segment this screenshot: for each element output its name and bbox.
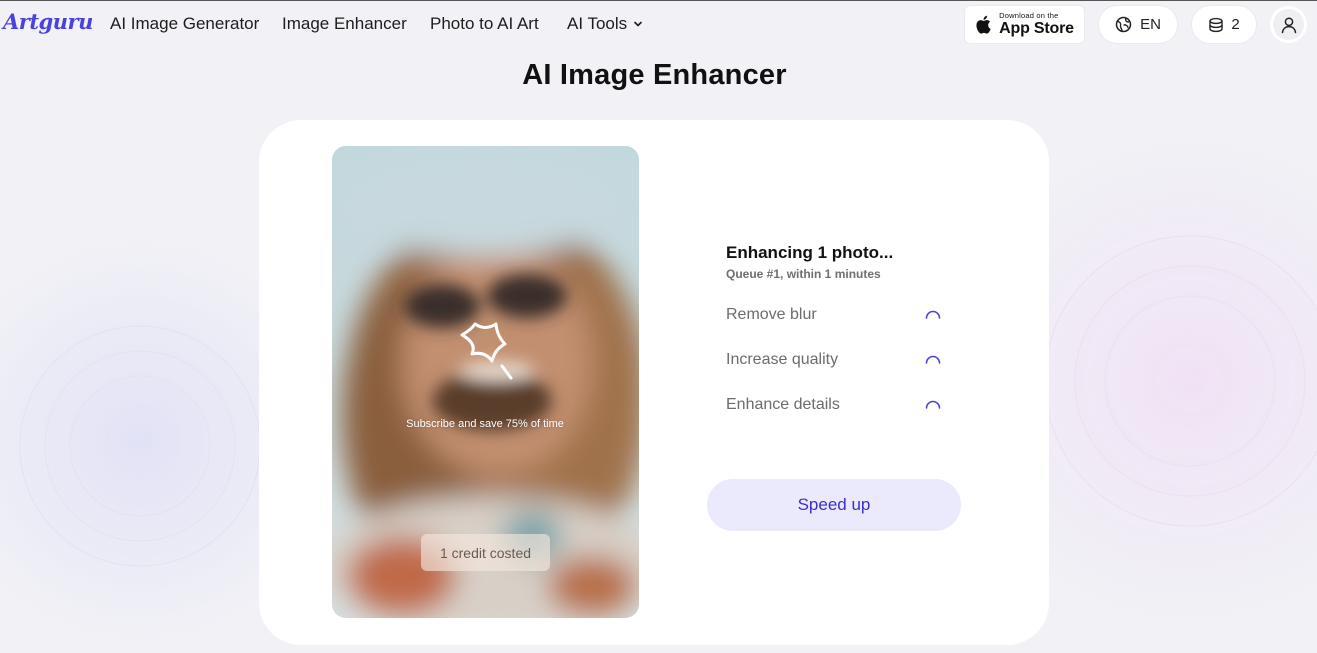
nav-image-enhancer[interactable]: Image Enhancer: [282, 14, 407, 34]
credits-balance[interactable]: 2: [1192, 6, 1256, 43]
credit-cost-badge: 1 credit costed: [421, 534, 550, 571]
nav-ai-image-generator[interactable]: AI Image Generator: [110, 14, 259, 34]
nav-ai-tools-label: AI Tools: [567, 14, 628, 33]
nav-ai-tools-dropdown[interactable]: AI Tools: [567, 14, 643, 34]
step-label: Remove blur: [726, 306, 817, 323]
app-store-small-text: Download on the: [999, 11, 1059, 21]
loading-spinner-icon: [925, 355, 941, 364]
app-store-big-text: App Store: [999, 19, 1074, 37]
enhancer-card: Subscribe and save 75% of time 1 credit …: [259, 120, 1049, 645]
coins-stack-icon: [1209, 17, 1224, 32]
enhancing-status-title: Enhancing 1 photo...: [726, 243, 894, 262]
language-selector[interactable]: EN: [1099, 6, 1177, 43]
uploaded-photo-preview: Subscribe and save 75% of time 1 credit …: [332, 146, 639, 618]
loading-spinner-icon: [925, 400, 941, 409]
user-avatar-button[interactable]: [1270, 6, 1307, 43]
step-enhance-details: Enhance details: [726, 396, 946, 418]
step-label: Enhance details: [726, 396, 840, 413]
user-icon: [1281, 16, 1296, 33]
magic-wand-star-icon: [460, 322, 513, 380]
apple-icon: [976, 15, 991, 34]
nav-photo-to-ai-art[interactable]: Photo to AI Art: [430, 14, 539, 34]
globe-icon: [1115, 16, 1132, 33]
artguru-logo[interactable]: Artguru: [3, 9, 93, 34]
queue-status-text: Queue #1, within 1 minutes: [726, 267, 881, 281]
top-navigation-bar: Artguru AI Image Generator Image Enhance…: [0, 1, 1317, 47]
page-title: AI Image Enhancer: [522, 59, 787, 91]
chevron-down-icon: [634, 21, 642, 27]
language-label: EN: [1140, 16, 1161, 33]
loading-spinner-icon: [925, 310, 941, 319]
step-remove-blur: Remove blur: [726, 306, 946, 328]
avatar: [1273, 9, 1304, 40]
subscribe-promo-text: Subscribe and save 75% of time: [406, 418, 564, 430]
step-increase-quality: Increase quality: [726, 351, 946, 373]
speed-up-button[interactable]: Speed up: [707, 479, 961, 531]
credits-count: 2: [1231, 16, 1240, 33]
app-store-button[interactable]: Download on the App Store: [965, 6, 1084, 43]
step-label: Increase quality: [726, 351, 839, 368]
